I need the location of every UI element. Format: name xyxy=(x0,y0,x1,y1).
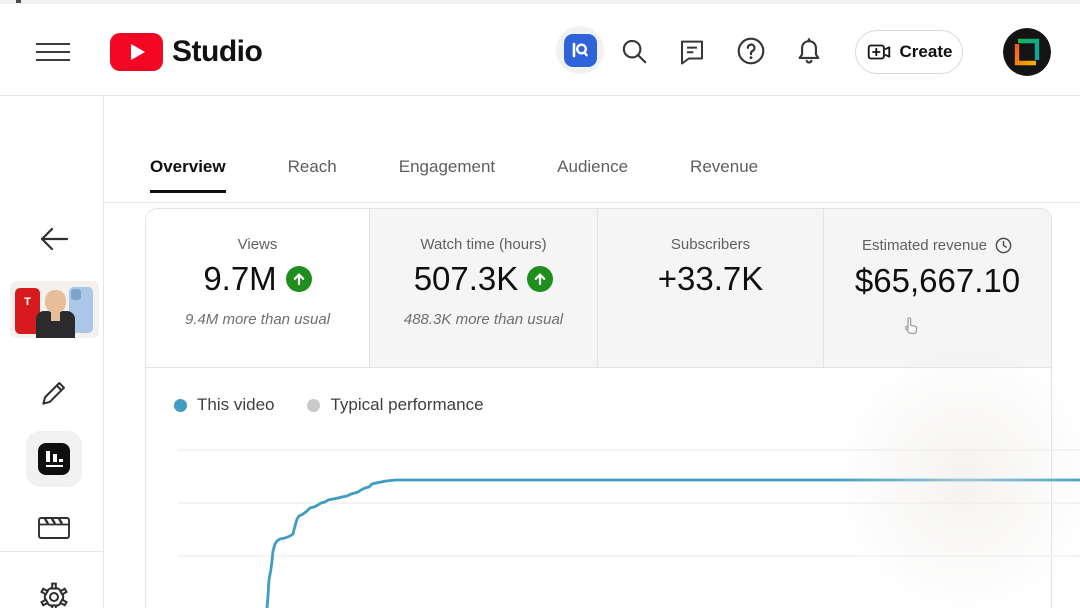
notifications-bell-icon[interactable] xyxy=(792,34,826,68)
metric-value: $65,667.10 xyxy=(854,262,1021,299)
vidiq-extension-button[interactable] xyxy=(556,26,604,74)
create-button-label: Create xyxy=(899,42,953,61)
analytics-tabs: Overview Reach Engagement Audience Reven… xyxy=(104,131,1080,203)
legend-typical-performance[interactable]: Typical performance xyxy=(307,395,484,415)
top-bar: Studio Create xyxy=(0,4,1080,96)
legend-dot-gray xyxy=(307,398,321,412)
legend-dot-blue xyxy=(174,398,187,412)
this-video-line xyxy=(265,478,1080,608)
chart-gridlines xyxy=(178,449,1080,557)
trend-up-icon xyxy=(285,266,312,292)
metric-value: 9.7M xyxy=(203,260,277,297)
sidebar: T xyxy=(0,96,104,608)
metric-note: 9.4M more than usual xyxy=(184,311,331,328)
sidebar-divider xyxy=(0,551,104,552)
back-arrow-icon[interactable] xyxy=(32,217,76,261)
vidiq-icon xyxy=(563,33,597,67)
clock-icon xyxy=(995,237,1012,254)
settings-gear-icon[interactable] xyxy=(32,575,76,608)
metric-card-views[interactable]: Views 9.7M 9.4M more than usual xyxy=(146,209,369,367)
youtube-studio-logo[interactable]: Studio xyxy=(110,31,263,73)
menu-icon[interactable] xyxy=(34,40,72,66)
feedback-comment-icon[interactable] xyxy=(675,34,709,68)
metric-card-subscribers[interactable]: Subscribers +33.7K xyxy=(597,209,823,367)
create-button[interactable]: Create xyxy=(855,30,963,74)
youtube-play-icon xyxy=(110,33,163,71)
studio-wordmark: Studio xyxy=(172,35,263,68)
legend-label: Typical performance xyxy=(330,395,484,414)
tab-overview[interactable]: Overview xyxy=(150,131,226,202)
metric-card-watch-time[interactable]: Watch time (hours) 507.3K 488.3K more th… xyxy=(369,209,597,367)
help-icon[interactable] xyxy=(734,34,768,68)
metric-card-estimated-revenue[interactable]: Estimated revenue $65,667.10 xyxy=(823,209,1051,367)
tab-engagement[interactable]: Engagement xyxy=(399,131,495,202)
metric-label: Estimated revenue xyxy=(861,237,988,254)
trend-up-icon xyxy=(527,266,554,292)
create-video-icon xyxy=(867,44,890,60)
top-edge-tick xyxy=(16,0,21,3)
tab-audience[interactable]: Audience xyxy=(557,131,628,202)
tab-revenue[interactable]: Revenue xyxy=(690,131,758,202)
metric-label: Subscribers xyxy=(670,236,751,253)
thumbnail-person-head xyxy=(45,290,66,313)
performance-chart[interactable] xyxy=(104,430,1080,608)
chart-legend: This video Typical performance xyxy=(104,392,484,418)
editor-clapperboard-icon[interactable] xyxy=(32,506,76,550)
details-pencil-icon[interactable] xyxy=(32,371,76,415)
metric-value: +33.7K xyxy=(657,260,764,297)
legend-this-video[interactable]: This video xyxy=(174,395,274,415)
channel-avatar[interactable] xyxy=(1003,28,1051,76)
metric-card-row: Views 9.7M 9.4M more than usual Watch ti… xyxy=(146,209,1051,368)
sidebar-item-analytics[interactable] xyxy=(26,431,82,487)
tab-reach[interactable]: Reach xyxy=(288,131,337,202)
legend-label: This video xyxy=(197,395,275,414)
metric-label: Views xyxy=(237,236,278,253)
metric-label: Watch time (hours) xyxy=(420,236,547,253)
analytics-icon xyxy=(38,443,70,475)
metric-value: 507.3K xyxy=(413,260,519,297)
video-thumbnail[interactable]: T xyxy=(10,281,99,338)
metric-note: 488.3K more than usual xyxy=(403,311,564,328)
youtube-studio-analytics-screen: Studio Create T Overview Reach Engagemen… xyxy=(0,0,1080,608)
search-icon[interactable] xyxy=(617,34,651,68)
